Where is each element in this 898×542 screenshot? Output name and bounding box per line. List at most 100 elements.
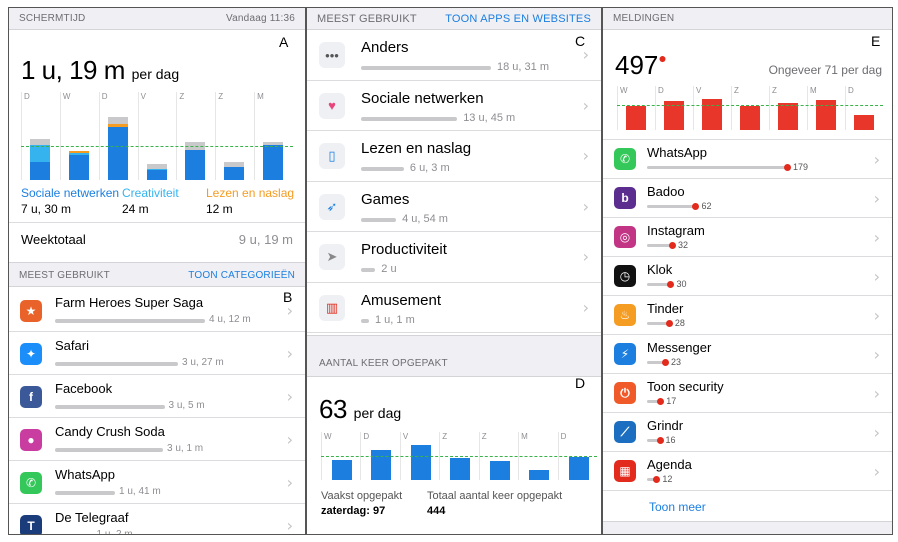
chart-bar-segment <box>146 168 167 170</box>
category-name: Anders <box>361 39 409 56</box>
chart-day-label: V <box>402 432 409 441</box>
more-dots-icon: ••• <box>319 42 345 68</box>
usage-time: 13 u, 45 m <box>463 111 516 124</box>
social-heart-icon: ♥ <box>319 92 345 119</box>
chart-bar <box>410 445 431 480</box>
app-name: Grindr <box>647 418 684 433</box>
most-used-apps-header: MEEST GEBRUIKT TOON CATEGORIEËN <box>9 265 305 287</box>
notification-dot <box>656 437 664 444</box>
chart-bar-segment <box>30 144 50 163</box>
candy-crush-icon: ● <box>20 429 42 451</box>
category-item[interactable]: ➶ Games 4 u, 54 m › <box>307 182 601 232</box>
list-item[interactable]: f Facebook 3 u, 5 m › <box>9 375 305 418</box>
screen-time-panel: SCHERMTIJD Vandaag 11:36 A 1 u, 19 m per… <box>8 7 306 535</box>
list-item[interactable]: ★ Farm Heroes Super Saga 4 u, 12 m › <box>9 289 305 332</box>
notification-dot <box>667 281 675 288</box>
app-name: Farm Heroes Super Saga <box>55 295 204 310</box>
categories-header: MEEST GEBRUIKT TOON APPS EN WEBSITES <box>307 8 601 30</box>
chart-day-label: Z <box>772 86 777 95</box>
show-more-link[interactable]: Toon meer <box>649 500 706 514</box>
category-item[interactable]: ••• Anders 18 u, 31 m › <box>307 30 601 81</box>
app-name: WhatsApp <box>647 145 707 160</box>
usage-time: 4 u, 12 m <box>209 314 251 325</box>
chart-bar-segment <box>263 144 284 180</box>
notification-item[interactable]: ⟋ Grindr 16 › <box>603 413 892 452</box>
popcorn-icon: ▥ <box>319 294 345 321</box>
chart-day-label: V <box>696 86 702 95</box>
chart-bar <box>450 458 471 480</box>
list-item[interactable]: T De Telegraaf 1 u, 2 m › <box>9 504 305 535</box>
notifications-panel: MELDINGEN E 497● Ongeveer 71 per dag W D V… <box>602 7 893 535</box>
chevron-right-icon: › <box>873 345 880 364</box>
show-apps-websites-link[interactable]: TOON APPS EN WEBSITES <box>445 13 591 25</box>
app-name: Messenger <box>647 340 712 355</box>
chart-bar-segment <box>107 126 128 180</box>
category-item[interactable]: ➤ Productiviteit 2 u › <box>307 232 601 283</box>
usage-time: 3 u, 1 m <box>167 443 204 454</box>
notification-item[interactable]: ◷ Klok 30 › <box>603 257 892 296</box>
chart-bar-segment <box>107 124 128 127</box>
show-categories-link[interactable]: TOON CATEGORIEËN <box>188 270 295 281</box>
chart-day-label: Z <box>734 86 739 95</box>
chart-day-label: D <box>658 86 664 95</box>
chart-bar-segment <box>224 162 245 168</box>
chart-bar <box>740 106 760 130</box>
chart-gridline <box>693 86 694 130</box>
chevron-right-icon: › <box>582 247 589 266</box>
average-line <box>617 104 883 106</box>
divider <box>9 222 305 223</box>
most-picked-up-value: zaterdag: 97 <box>321 505 386 517</box>
chart-bar-segment <box>30 162 50 180</box>
category-name: Productiviteit <box>361 241 447 258</box>
usage-time: 4 u, 54 m <box>402 212 448 225</box>
notification-item[interactable]: ⚡ Messenger 23 › <box>603 335 892 374</box>
app-name: Agenda <box>647 457 692 472</box>
categories-panel: MEEST GEBRUIKT TOON APPS EN WEBSITES C •… <box>306 7 602 535</box>
chart-gridline <box>21 92 22 180</box>
chart-gridline <box>807 86 808 130</box>
chart-bar <box>68 104 89 180</box>
notifications-per-day: Ongeveer 71 per dag <box>768 63 882 77</box>
chart-gridline <box>731 86 732 130</box>
chevron-right-icon: › <box>286 473 293 492</box>
chart-bar-segment <box>263 142 284 145</box>
pickups-header: AANTAL KEER OPGEPAKT <box>307 335 601 377</box>
chart-bar-segment <box>185 149 206 180</box>
chart-bar <box>371 450 392 480</box>
notification-item[interactable]: ▦ Agenda 12 › <box>603 452 892 491</box>
usage-bar <box>55 448 163 452</box>
chart-bar <box>146 104 167 180</box>
list-item[interactable]: ● Candy Crush Soda 3 u, 1 m › <box>9 418 305 461</box>
category-item[interactable]: ▯ Lezen en naslag 6 u, 3 m › <box>307 131 601 182</box>
notification-item[interactable]: ♨ Tinder 28 › <box>603 296 892 335</box>
notification-dot <box>669 242 677 249</box>
notification-item[interactable]: ⏻ Toon security 17 › <box>603 374 892 413</box>
pickups-chart: WDVZZMD <box>321 432 597 480</box>
notification-item[interactable]: ◎ Instagram 32 › <box>603 218 892 257</box>
book-icon: ▯ <box>319 143 345 169</box>
panel-letter-d: D <box>575 375 586 391</box>
category-item[interactable]: ♥ Sociale netwerken 13 u, 45 m › <box>307 81 601 131</box>
notification-item[interactable]: b Badoo 62 › <box>603 179 892 218</box>
notification-count: 32 <box>678 240 689 250</box>
notification-item[interactable]: ✆ WhatsApp 179 › <box>603 140 892 179</box>
chart-bar <box>263 104 284 180</box>
total-pickups-label: Totaal aantal keer opgepakt <box>427 490 563 502</box>
average-line <box>21 145 293 147</box>
panel-letter-a: A <box>279 34 289 50</box>
usage-time: 2 u <box>381 263 397 275</box>
chart-gridline <box>655 86 656 130</box>
panel-letter-e: E <box>871 33 881 49</box>
list-item[interactable]: ✆ WhatsApp 1 u, 41 m › <box>9 461 305 504</box>
tinder-icon: ♨ <box>614 304 636 326</box>
chart-bar-segment <box>107 116 128 125</box>
category-item[interactable]: ▥ Amusement 1 u, 1 m › <box>307 283 601 333</box>
chevron-right-icon: › <box>873 462 880 481</box>
list-item[interactable]: ✦ Safari 3 u, 27 m › <box>9 332 305 375</box>
chart-day-label: D <box>101 92 108 101</box>
usage-time: 3 u, 5 m <box>168 400 205 411</box>
usage-time: 1 u, 2 m <box>96 529 133 535</box>
week-total-row[interactable]: Weektotaal 9 u, 19 m <box>21 232 293 247</box>
usage-bar <box>361 268 376 272</box>
notifications-total: 497● <box>615 50 667 81</box>
